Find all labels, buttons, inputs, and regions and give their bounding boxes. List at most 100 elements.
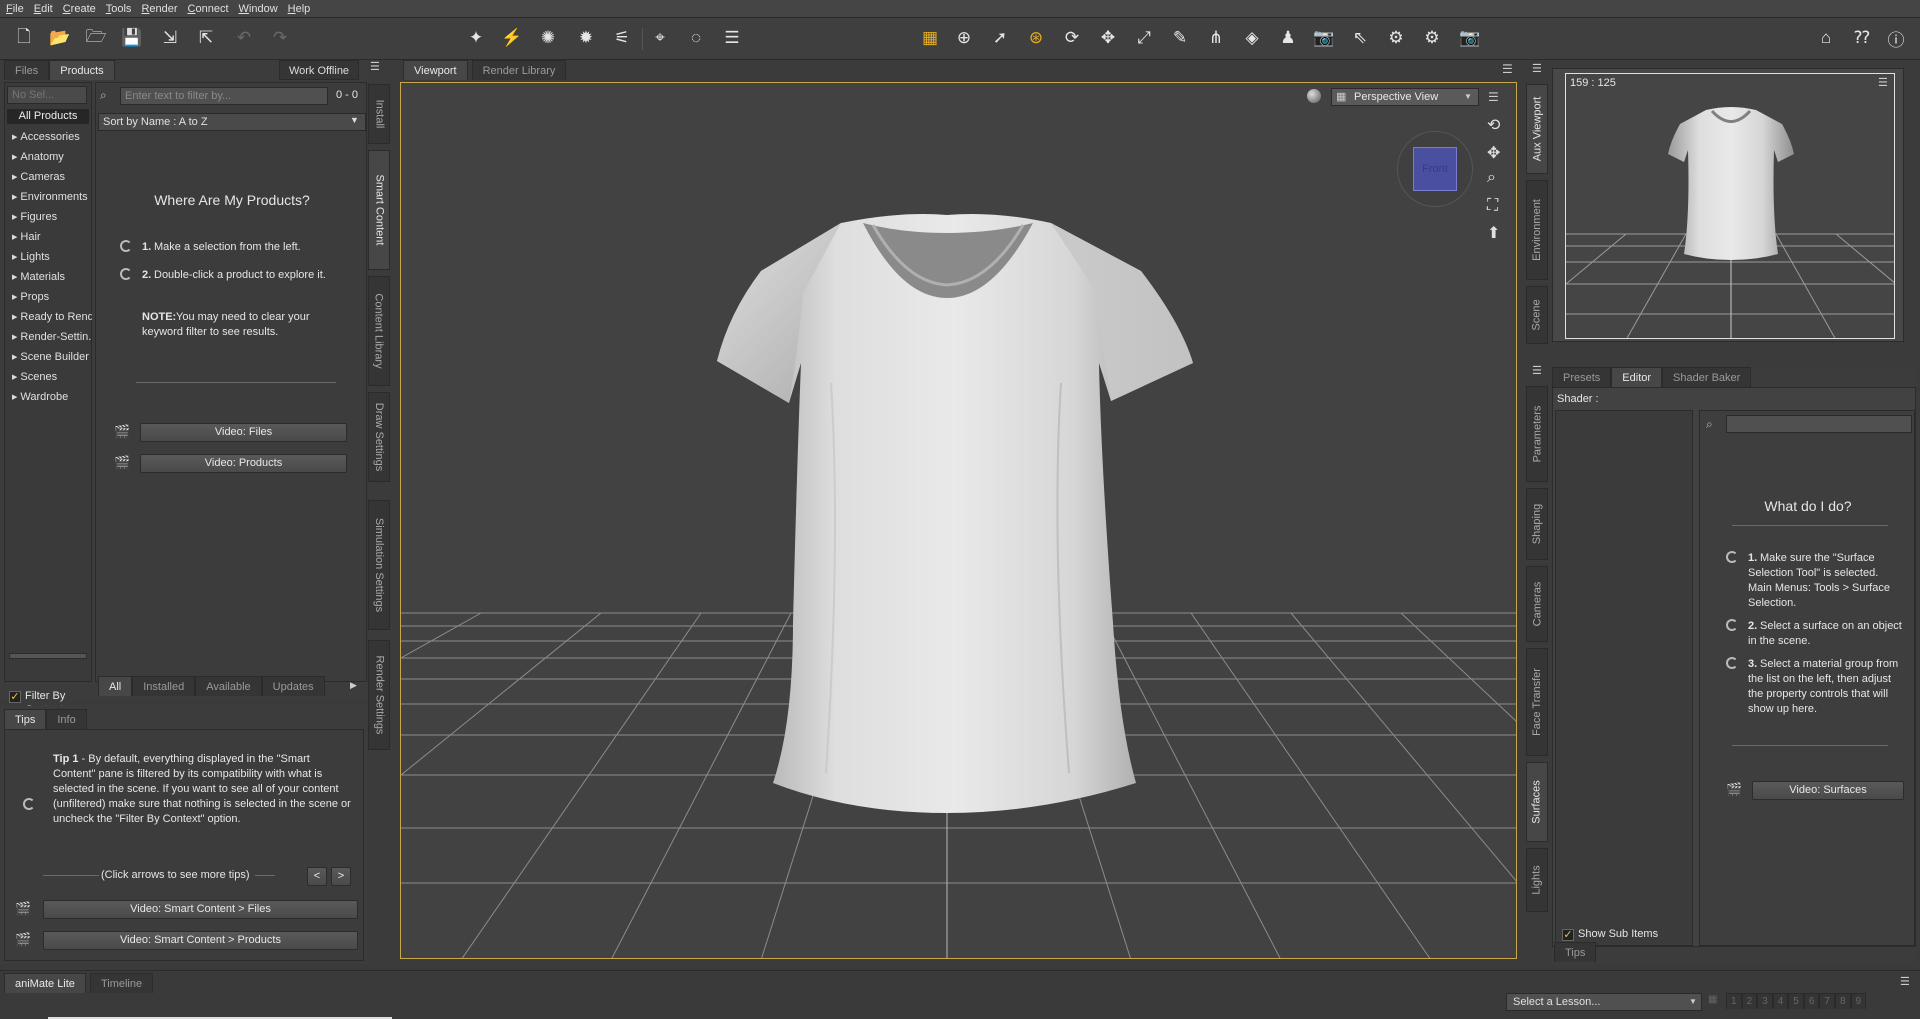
video-files-button[interactable]: Video: Files — [140, 423, 347, 442]
viewport-options-icon[interactable]: ☰ — [1488, 90, 1499, 104]
filter-tab-all[interactable]: All — [98, 676, 133, 696]
posing-tool-icon[interactable]: ⊛ — [1024, 26, 1048, 50]
menu-window[interactable]: Window — [239, 3, 278, 15]
vtab-draw-settings[interactable]: Draw Settings — [368, 392, 390, 482]
work-offline-button[interactable]: Work Offline — [279, 60, 359, 80]
menu-file[interactable]: File — [6, 3, 24, 15]
category-item[interactable]: Scene Builder — [12, 351, 89, 363]
save-icon[interactable]: 💾 — [120, 26, 144, 50]
geometry-editor-icon[interactable]: ⋔ — [1204, 26, 1228, 50]
surface-selection-icon[interactable]: ◈ — [1240, 26, 1264, 50]
menu-tools[interactable]: Tools — [106, 3, 132, 15]
translate-tool-icon[interactable]: ✥ — [1096, 26, 1120, 50]
menu-help[interactable]: Help — [288, 3, 311, 15]
all-products-item[interactable]: All Products — [7, 109, 89, 124]
lesson-step[interactable]: 8 — [1834, 993, 1851, 1009]
home-icon[interactable]: ⌂ — [1814, 26, 1838, 50]
tab-info[interactable]: Info — [46, 709, 87, 729]
frame-icon[interactable]: ⛶ — [1487, 197, 1498, 215]
tab-editor[interactable]: Editor — [1611, 367, 1663, 387]
lesson-grid-icon[interactable]: ▦ — [1708, 994, 1720, 1008]
lesson-step[interactable]: 9 — [1850, 993, 1867, 1009]
vtab-surfaces[interactable]: Surfaces — [1526, 762, 1548, 842]
viewport-menu-icon[interactable]: ☰ — [1502, 62, 1513, 76]
null-node-icon[interactable]: ◌ — [684, 26, 708, 50]
vtab-simulation-settings[interactable]: Simulation Settings — [368, 500, 390, 630]
region-nav-icon[interactable]: ⇖ — [1348, 26, 1372, 50]
point-light-icon[interactable]: ✹ — [574, 26, 598, 50]
menu-edit[interactable]: Edit — [34, 3, 53, 15]
surfaces-pane-menu-icon[interactable]: ☰ — [1532, 364, 1546, 378]
tab-render-library[interactable]: Render Library — [471, 60, 567, 80]
node-selection-icon[interactable]: ➚ — [988, 26, 1012, 50]
category-item[interactable]: Wardrobe — [12, 391, 68, 403]
redo-icon[interactable]: ↷ — [268, 26, 292, 50]
import-icon[interactable]: ⇲ — [158, 26, 182, 50]
filter-input[interactable]: Enter text to filter by... — [120, 87, 328, 105]
distant-light-icon[interactable]: ✺ — [536, 26, 560, 50]
category-item[interactable]: Materials — [12, 271, 65, 283]
tab-presets[interactable]: Presets — [1552, 367, 1612, 387]
category-item[interactable]: Cameras — [12, 171, 65, 183]
prev-tip-button[interactable]: < — [307, 867, 327, 886]
property-filter-input[interactable] — [1726, 415, 1912, 433]
vtab-face-transfer[interactable]: Face Transfer — [1526, 648, 1548, 756]
pane-menu-icon[interactable]: ☰ — [370, 60, 384, 74]
create-figure-icon[interactable]: ✦ — [464, 26, 488, 50]
reset-view-icon[interactable]: ⬆ — [1487, 223, 1500, 243]
help-icon[interactable]: ⓘ — [1884, 26, 1908, 50]
tab-animate-lite[interactable]: aniMate Lite — [4, 973, 86, 993]
lesson-step[interactable]: 4 — [1772, 993, 1789, 1009]
view-cube-front[interactable]: Front — [1413, 147, 1457, 191]
lesson-step[interactable]: 5 — [1788, 993, 1804, 1009]
lesson-step[interactable]: 2 — [1741, 993, 1758, 1009]
lesson-step[interactable]: 6 — [1803, 993, 1820, 1009]
vtab-smart-content[interactable]: Smart Content — [368, 150, 390, 270]
export-icon[interactable]: ⇱ — [194, 26, 218, 50]
vtab-scene[interactable]: Scene — [1526, 286, 1548, 344]
category-item[interactable]: Props — [12, 291, 49, 303]
material-list[interactable]: ✓ Show Sub Items — [1555, 410, 1693, 946]
open-file-icon[interactable]: 📂 — [48, 26, 72, 50]
category-item[interactable]: Scenes — [12, 371, 57, 383]
rotate-tool-icon[interactable]: ⟳ — [1060, 26, 1084, 50]
show-sub-items-checkbox[interactable]: ✓ — [1562, 929, 1574, 941]
tab-shader-baker[interactable]: Shader Baker — [1662, 367, 1752, 387]
aux-options-icon[interactable]: ☰ — [1878, 76, 1888, 89]
lesson-dropdown[interactable]: Select a Lesson... — [1506, 993, 1702, 1011]
filter-tab-available[interactable]: Available — [195, 676, 262, 696]
layout-icon[interactable]: ☰ — [720, 26, 744, 50]
joint-editor-icon[interactable]: ✎ — [1168, 26, 1192, 50]
vtab-render-settings[interactable]: Render Settings — [368, 640, 390, 750]
undo-icon[interactable]: ↶ — [232, 26, 256, 50]
video-products-button[interactable]: Video: Products — [140, 454, 347, 473]
vtab-lights[interactable]: Lights — [1526, 848, 1548, 912]
orbit-icon[interactable]: ⟲ — [1487, 115, 1500, 135]
lesson-step[interactable]: 1 — [1726, 993, 1742, 1009]
menu-create[interactable]: Create — [63, 3, 96, 15]
category-item[interactable]: Lights — [12, 251, 49, 263]
category-item[interactable]: Accessories — [12, 131, 79, 143]
vtab-content-library[interactable]: Content Library — [368, 276, 390, 386]
video-smart-content-products-button[interactable]: Video: Smart Content > Products — [43, 931, 358, 950]
category-item[interactable]: Render-Settin... — [12, 331, 92, 343]
aux-viewport[interactable]: 159 : 125 ☰ — [1565, 73, 1895, 339]
viewport-3d[interactable]: Perspective View ▦ ▼ ☰ Front ⟲ ✥ ⌕ ⛶ ⬆ — [400, 82, 1517, 959]
menu-connect[interactable]: Connect — [188, 3, 229, 15]
vtab-cameras[interactable]: Cameras — [1526, 566, 1548, 642]
category-item[interactable]: Figures — [12, 211, 57, 223]
filter-by-context-checkbox[interactable]: ✓ — [9, 691, 21, 703]
tab-files[interactable]: Files — [4, 60, 50, 80]
tab-products[interactable]: Products — [49, 60, 115, 80]
camera-add-icon[interactable]: ⌖ — [648, 26, 672, 50]
view-mode-dropdown[interactable]: Perspective View — [1331, 88, 1479, 106]
spotlight-icon[interactable]: ⚡ — [500, 26, 524, 50]
active-tool-grid-icon[interactable]: ▦ — [918, 26, 942, 50]
lesson-step[interactable]: 7 — [1819, 993, 1835, 1009]
pan-icon[interactable]: ✥ — [1487, 143, 1500, 163]
render-camera-icon[interactable]: 📷 — [1458, 26, 1482, 50]
figure-tool-icon[interactable]: ♟ — [1276, 26, 1300, 50]
camera-icon[interactable]: 📷 — [1312, 26, 1336, 50]
vtab-install[interactable]: Install — [368, 84, 390, 144]
tab-viewport[interactable]: Viewport — [403, 60, 468, 80]
